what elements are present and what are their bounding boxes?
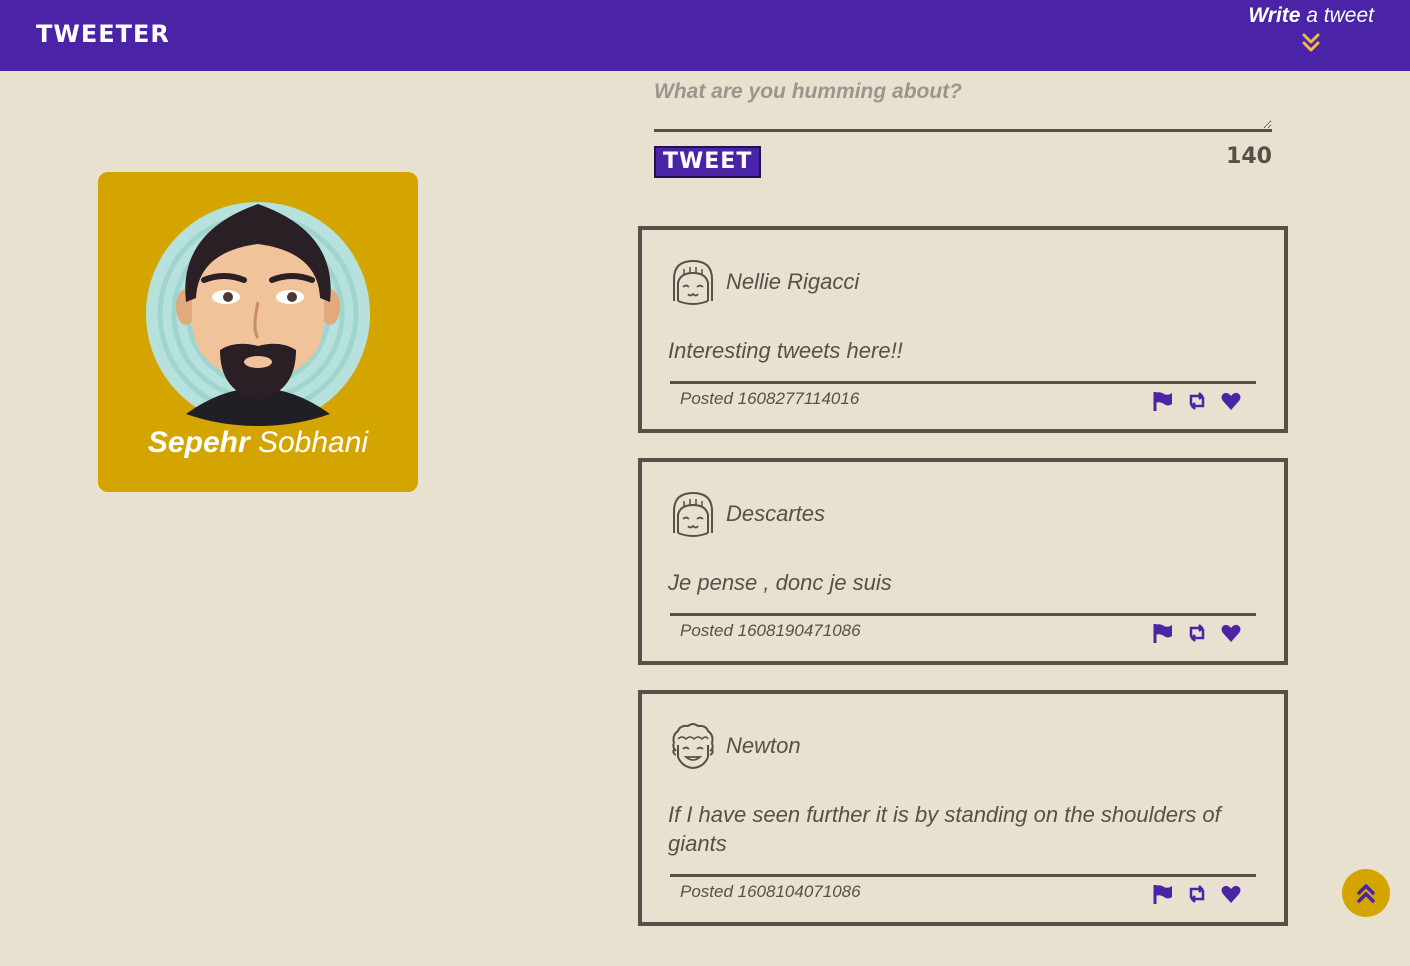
tweet-input[interactable] xyxy=(654,80,1272,132)
tweet-card: Newton If I have seen further it is by s… xyxy=(638,690,1288,926)
retweet-icon[interactable] xyxy=(1186,622,1208,644)
tweet-actions xyxy=(1152,390,1242,412)
character-counter: 140 xyxy=(1226,144,1272,169)
profile-card: Sepehr Sobhani xyxy=(98,172,418,492)
tweet-header: Newton xyxy=(668,718,1258,774)
heart-icon[interactable] xyxy=(1220,883,1242,905)
tweet-button[interactable]: TWEET xyxy=(654,146,762,178)
tweet-timestamp: Posted 1608104071086 xyxy=(680,882,861,901)
profile-last-name: Sobhani xyxy=(249,426,369,459)
tweet-author: Descartes xyxy=(726,501,826,526)
tweet-header: Descartes xyxy=(668,486,1258,542)
flag-icon[interactable] xyxy=(1152,390,1174,412)
top-nav: TWEETER Write a tweet xyxy=(0,0,1410,71)
tweet-author: Newton xyxy=(726,733,801,758)
tweet-actions xyxy=(1152,883,1242,905)
double-chevron-up-icon xyxy=(1357,884,1375,903)
flag-icon[interactable] xyxy=(1152,883,1174,905)
tweet-card: Descartes Je pense , donc je suis Posted… xyxy=(638,458,1288,665)
tweet-timestamp: Posted 1608190471086 xyxy=(680,621,861,640)
write-label-bold: Write xyxy=(1248,4,1301,27)
tweet-text: If I have seen further it is by standing… xyxy=(668,802,1221,856)
curly-hair-face-icon xyxy=(672,723,714,770)
retweet-icon[interactable] xyxy=(1186,883,1208,905)
tweet-feed: Nellie Rigacci Interesting tweets here!!… xyxy=(638,226,1288,951)
composer-actions: TWEET 140 xyxy=(654,144,1272,194)
tweet-composer: TWEET 140 xyxy=(654,80,1272,194)
tweet-footer: Posted 1608104071086 xyxy=(670,874,1256,922)
tweet-timestamp: Posted 1608277114016 xyxy=(680,389,860,408)
tweet-card: Nellie Rigacci Interesting tweets here!!… xyxy=(638,226,1288,433)
tweet-footer: Posted 1608190471086 xyxy=(670,613,1256,661)
flag-icon[interactable] xyxy=(1152,622,1174,644)
girl-face-icon xyxy=(673,491,713,537)
tweet-actions xyxy=(1152,622,1242,644)
tweet-author: Nellie Rigacci xyxy=(726,269,860,294)
retweet-icon[interactable] xyxy=(1186,390,1208,412)
profile-name: Sepehr Sobhani xyxy=(98,426,418,460)
heart-icon[interactable] xyxy=(1220,390,1242,412)
tweet-text: Je pense , donc je suis xyxy=(668,570,892,595)
tweet-text: Interesting tweets here!! xyxy=(668,338,903,363)
tweet-header: Nellie Rigacci xyxy=(668,254,1258,310)
heart-icon[interactable] xyxy=(1220,622,1242,644)
write-label-rest: a tweet xyxy=(1300,4,1374,27)
brand-logo[interactable]: TWEETER xyxy=(36,20,170,48)
girl-face-icon xyxy=(673,259,713,305)
scroll-to-top-button[interactable] xyxy=(1342,869,1390,917)
profile-avatar xyxy=(146,202,370,426)
tweet-footer: Posted 1608277114016 xyxy=(670,381,1256,429)
profile-first-name: Sepehr xyxy=(147,426,250,459)
double-chevron-down-icon xyxy=(1302,33,1320,52)
write-tweet-toggle[interactable]: Write a tweet xyxy=(1248,4,1374,54)
